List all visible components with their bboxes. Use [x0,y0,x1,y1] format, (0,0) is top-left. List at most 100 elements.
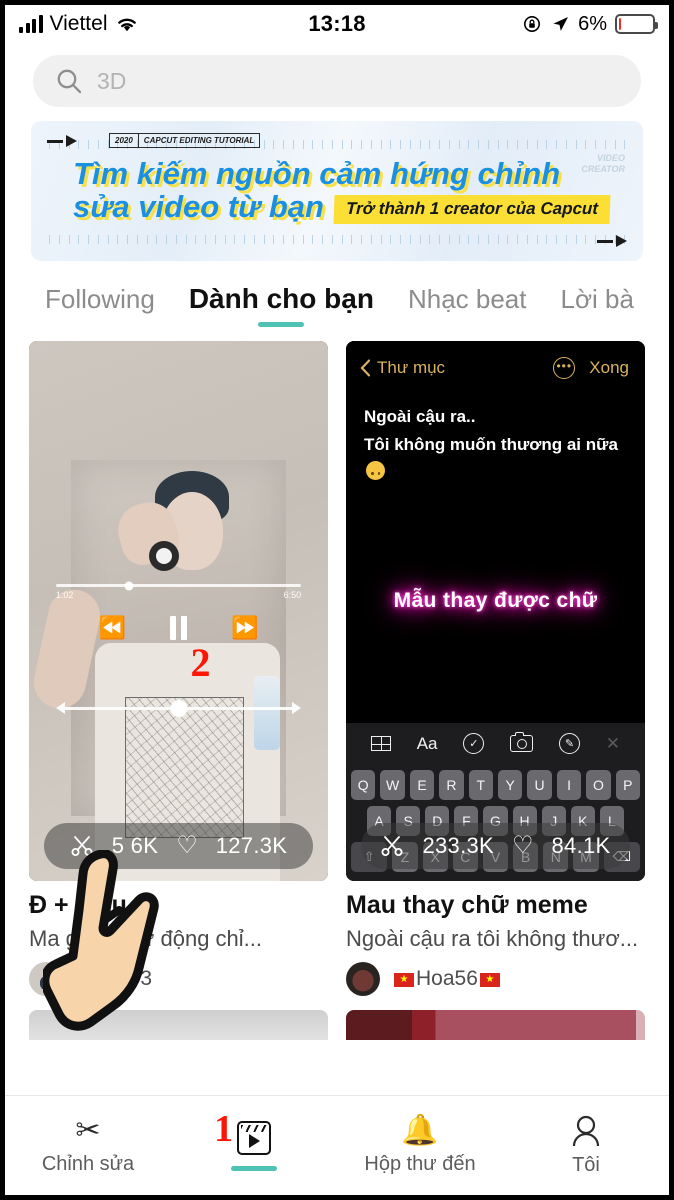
nav-label-chinh-sua: Chỉnh sửa [41,1152,135,1175]
marker-icon[interactable]: ✎ [558,733,580,754]
app-screen: Viettel 13:18 6% 3D 2020 CAPCUT EDITING … [0,0,674,1200]
player-timestamps: 1:02 6:50 [56,590,301,600]
uses-count-right: 233.3K [422,833,494,858]
tab-danh-cho-ban[interactable]: Dành cho bạn [189,283,374,329]
signal-bars-icon [19,14,43,33]
thumbnail-stats-right: 233.3K ♡ 84.1K [360,823,631,869]
banner-corner-line2: CREATOR [581,164,625,175]
key-q[interactable]: Q [350,770,376,800]
location-arrow-icon [553,16,569,31]
editor-back-button[interactable]: Thư mục [360,358,445,378]
keyboard-toolbar: Aa ✓ ✎ ✕ [346,723,645,764]
wifi-icon [117,18,136,32]
template-film-icon [237,1120,271,1155]
search-input[interactable]: 3D [33,55,641,107]
author-name-text-right: Hoa56 [416,967,478,990]
template-card-left[interactable]: 2 1:02 6:50 ⏪ ⏩ 5 6K ♡ 127.3K Đ + màu Ma… [29,341,328,996]
category-tabs: Following Dành cho bạn Nhạc beat Lời bà [5,261,669,329]
card-subtitle-right: Ngoài cậu ra tôi không thươ... [346,926,639,951]
battery-percent-label: 6% [578,12,607,35]
progress-knob[interactable] [124,581,134,590]
font-size-icon[interactable]: Aa [417,734,438,754]
key-r[interactable]: R [439,770,464,800]
grid-icon[interactable] [370,736,391,751]
more-options-icon[interactable]: ••• [553,357,576,379]
banner-cta-pill[interactable]: Trở thành 1 creator của Capcut [333,194,611,224]
banner-headline: Tìm kiếm nguồn cảm hứng chỉnh sửa video … [73,157,623,224]
banner-tick-row-bottom [49,235,625,244]
tab-nhac-beat[interactable]: Nhạc beat [408,284,527,329]
scissors-icon: ✂ [75,1113,101,1147]
trim-handle-left[interactable] [55,702,65,714]
nav-label-toi: Tôi [572,1153,600,1176]
author-name-left: Thta_03 [75,967,153,990]
key-p[interactable]: P [615,770,641,800]
tab-loi-ba[interactable]: Lời bà [560,284,633,329]
annotation-marker-2: 2 [190,640,211,686]
editor-topbar: Thư mục ••• Xong [346,341,645,379]
heart-icon: ♡ [512,832,534,859]
battery-icon [615,14,658,34]
tab-following[interactable]: Following [45,284,155,329]
key-o[interactable]: O [586,770,611,800]
close-icon[interactable]: ✕ [606,734,620,754]
nav-item-hop-thu-den[interactable]: 🔔 Hộp thư đến [337,1096,503,1195]
card-title-left: Đ + màu [29,891,127,919]
banner-headline-line2: sửa video từ bạn [73,189,324,225]
vietnam-flag-icon [394,973,414,987]
template-card-right[interactable]: Thư mục ••• Xong Ngoài cậu ra.. Tôi khôn… [346,341,645,996]
key-t[interactable]: T [468,770,493,800]
nav-active-indicator [231,1165,277,1171]
key-y[interactable]: Y [498,770,523,800]
banner-headline-line1: Tìm kiếm nguồn cảm hứng chỉnh [73,156,561,191]
promo-banner[interactable]: 2020 CAPCUT EDITING TUTORIAL Tìm kiếm ng… [31,121,643,261]
key-e[interactable]: E [409,770,435,800]
editor-done-button[interactable]: Xong [589,358,629,378]
fast-forward-icon[interactable]: ⏩ [231,617,258,639]
scissors-icon [71,836,93,856]
rotation-lock-icon [524,16,541,32]
trim-handle-right[interactable] [292,702,302,714]
pause-icon[interactable] [170,616,187,640]
key-u[interactable]: U [527,770,552,800]
feed-column-right: Thư mục ••• Xong Ngoài cậu ra.. Tôi khôn… [346,341,645,1040]
search-placeholder: 3D [97,67,127,94]
next-card-stub-left[interactable] [29,1010,328,1040]
nav-item-toi[interactable]: Tôi [503,1096,669,1195]
uses-count-left: 5 6K [111,833,159,858]
progress-bar[interactable] [55,581,302,590]
photo-tshirt-print [124,697,245,838]
banner-tag-label: CAPCUT EDITING TUTORIAL [137,134,260,147]
avatar [29,962,63,996]
check-circle-icon[interactable]: ✓ [463,733,485,754]
feed-column-left: 2 1:02 6:50 ⏪ ⏩ 5 6K ♡ 127.3K Đ + màu Ma… [29,341,328,1040]
search-bar-container: 3D [5,43,669,115]
template-thumbnail-right[interactable]: Thư mục ••• Xong Ngoài cậu ra.. Tôi khôn… [346,341,645,881]
card-author-right[interactable]: Hoa56 [346,962,645,996]
card-subtitle-left: Ma g str + tự động chỉ... [29,926,262,951]
status-bar-left: Viettel [19,12,139,36]
upside-down-face-emoji [366,461,385,481]
avatar [346,962,380,996]
camera-icon[interactable] [510,732,534,752]
next-card-stub-right[interactable] [346,1010,645,1040]
key-i[interactable]: I [556,770,582,800]
status-bar-right: 6% [523,12,658,36]
template-thumbnail-left[interactable]: 2 1:02 6:50 ⏪ ⏩ 5 6K ♡ 127.3K [29,341,328,881]
keyboard-row-1: QWERTYUIOP [350,770,641,800]
thumbnail-stats-left: 5 6K ♡ 127.3K [43,823,314,869]
likes-count-right: 84.1K [551,833,611,858]
rewind-icon[interactable]: ⏪ [99,617,126,639]
annotation-marker-1: 1 [214,1108,234,1150]
trim-playhead[interactable] [170,699,187,717]
heart-icon: ♡ [176,832,198,859]
trim-slider[interactable] [55,699,302,717]
key-w[interactable]: W [380,770,405,800]
nav-item-templates[interactable]: 1 [171,1096,337,1195]
nav-item-chinh-sua[interactable]: ✂ Chỉnh sửa [5,1096,171,1195]
editor-back-label: Thư mục [377,358,446,377]
video-player-controls[interactable]: 1:02 6:50 ⏪ ⏩ [55,581,302,717]
status-bar: Viettel 13:18 6% [5,5,669,43]
carrier-label: Viettel [49,12,108,35]
card-author-left[interactable]: Thta_03 [29,962,328,996]
